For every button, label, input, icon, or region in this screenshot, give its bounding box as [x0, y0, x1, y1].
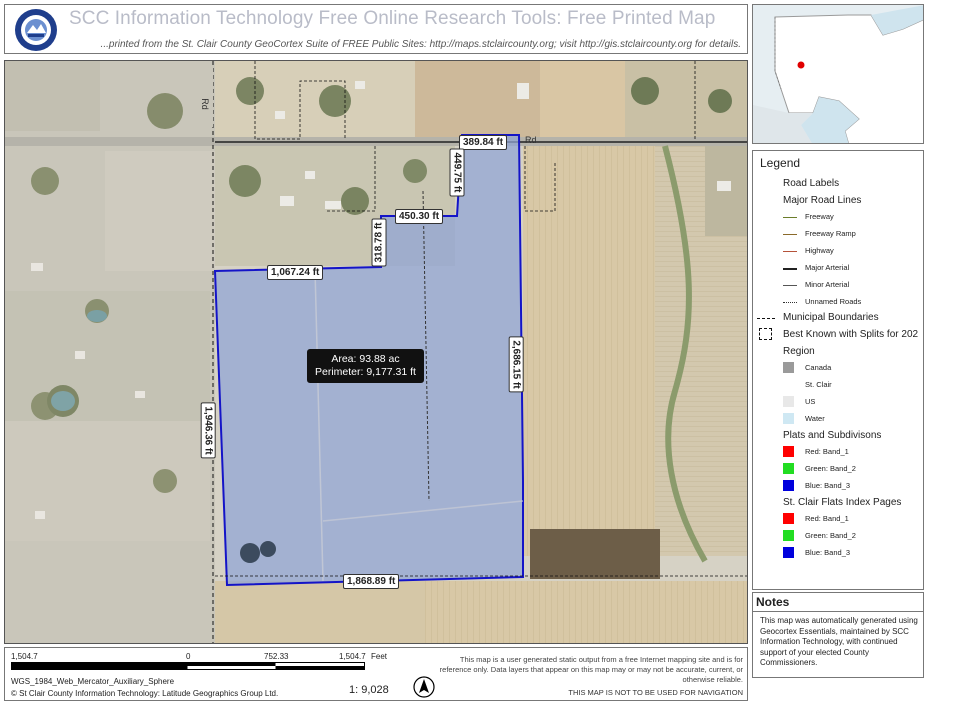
freeway-line-swatch [783, 217, 797, 218]
main-map[interactable]: Rd Rd 389.84 ft 449.75 ft 450.30 ft 318.… [4, 60, 748, 644]
plats-blue-swatch [783, 480, 794, 491]
legend-best-known: Best Known with Splits for 202 [783, 329, 919, 340]
legend-water: Water [805, 414, 825, 423]
road-label-north-south: Rd [199, 98, 210, 110]
legend-minor-arterial: Minor Arterial [805, 280, 850, 289]
area-text: Area: 93.88 ac [331, 353, 400, 365]
legend-highway: Highway [805, 246, 834, 255]
legend-major-road-lines: Major Road Lines [783, 195, 862, 206]
area-perimeter-box: Area: 93.88 ac Perimeter: 9,177.31 ft [307, 349, 424, 383]
no-navigation-warning: THIS MAP IS NOT TO BE USED FOR NAVIGATIO… [568, 688, 743, 697]
measurement-label-1868: 1,868.89 ft [343, 574, 400, 589]
us-swatch [783, 396, 794, 407]
copyright-text: © St Clair County Information Technology… [11, 689, 279, 698]
scalebar-label-right: 1,504.7 [339, 652, 366, 661]
map-header: SCC Information Technology Free Online R… [4, 4, 748, 54]
scale-ratio: 1: 9,028 [349, 684, 389, 696]
disclaimer-text: This map is a user generated static outp… [439, 655, 743, 684]
legend-flats-red: Red: Band_1 [805, 514, 849, 523]
freeway-ramp-line-swatch [783, 234, 797, 235]
measurement-label-1946: 1,946.36 ft [200, 402, 216, 459]
overview-locator-map [752, 4, 924, 144]
legend-unnamed-roads: Unnamed Roads [805, 297, 862, 306]
measurement-label-1067: 1,067.24 ft [267, 265, 324, 280]
scalebar-label-zero: 0 [186, 652, 191, 661]
flats-green-swatch [783, 530, 794, 541]
canada-swatch [783, 362, 794, 373]
measurement-label-389: 389.84 ft [459, 135, 508, 150]
legend-flats-green: Green: Band_2 [805, 531, 856, 540]
legend-title: Legend [760, 156, 801, 170]
map-footer: 1,504.7 0 752.33 1,504.7 Feet WGS_1984_W… [4, 647, 748, 701]
plats-red-swatch [783, 446, 794, 457]
legend-plats-red: Red: Band_1 [805, 447, 849, 456]
legend-flats: St. Clair Flats Index Pages [783, 497, 902, 508]
legend-canada: Canada [805, 363, 832, 372]
legend-major-arterial: Major Arterial [805, 263, 850, 272]
notes-title: Notes [756, 595, 790, 609]
scalebar-unit: Feet [371, 652, 388, 661]
notes-text: This map was automatically generated usi… [760, 616, 918, 667]
legend-region: Region [783, 346, 815, 357]
county-seal-logo [15, 9, 57, 51]
legend-panel: Legend Road Labels Major Road Lines Free… [752, 150, 924, 590]
road-label-east-west: Rd [525, 135, 537, 145]
measurement-label-2686: 2,686.15 ft [508, 336, 524, 393]
map-subtitle: ...printed from the St. Clair County Geo… [100, 39, 741, 50]
perimeter-text: Perimeter: 9,177.31 ft [315, 366, 416, 378]
scalebar-label-left: 1,504.7 [11, 652, 38, 661]
major-arterial-line-swatch [783, 268, 797, 270]
projection-text: WGS_1984_Web_Mercator_Auxiliary_Sphere [11, 677, 175, 686]
scalebar-label-mid: 752.33 [264, 652, 289, 661]
scalebar [11, 662, 365, 670]
legend-freeway-ramp: Freeway Ramp [805, 229, 856, 238]
minor-arterial-line-swatch [783, 285, 797, 286]
plats-green-swatch [783, 463, 794, 474]
highway-line-swatch [783, 251, 797, 252]
best-known-swatch [759, 328, 772, 340]
legend-flats-blue: Blue: Band_3 [805, 548, 851, 557]
legend-us: US [805, 397, 816, 406]
measurement-label-449: 449.75 ft [449, 148, 465, 197]
measurement-label-450: 450.30 ft [395, 209, 444, 224]
notes-panel: Notes This map was automatically generat… [752, 592, 924, 678]
map-title: SCC Information Technology Free Online R… [69, 8, 716, 29]
locator-dot [797, 61, 805, 69]
unnamed-roads-line-swatch [783, 302, 797, 303]
flats-red-swatch [783, 513, 794, 524]
water-swatch [783, 413, 794, 424]
measurement-label-318: 318.78 ft [371, 218, 387, 267]
north-arrow-icon [413, 676, 435, 698]
notes-divider [753, 611, 923, 612]
legend-freeway: Freeway [805, 212, 834, 221]
flats-blue-swatch [783, 547, 794, 558]
legend-plats-green: Green: Band_2 [805, 464, 856, 473]
legend-road-labels: Road Labels [783, 178, 840, 189]
legend-municipal-boundaries: Municipal Boundaries [783, 312, 879, 323]
legend-plats-blue: Blue: Band_3 [805, 481, 851, 490]
legend-st-clair: St. Clair [805, 380, 832, 389]
st-clair-swatch [783, 379, 794, 390]
municipal-boundary-swatch [757, 318, 775, 319]
legend-plats: Plats and Subdivisons [783, 430, 882, 441]
